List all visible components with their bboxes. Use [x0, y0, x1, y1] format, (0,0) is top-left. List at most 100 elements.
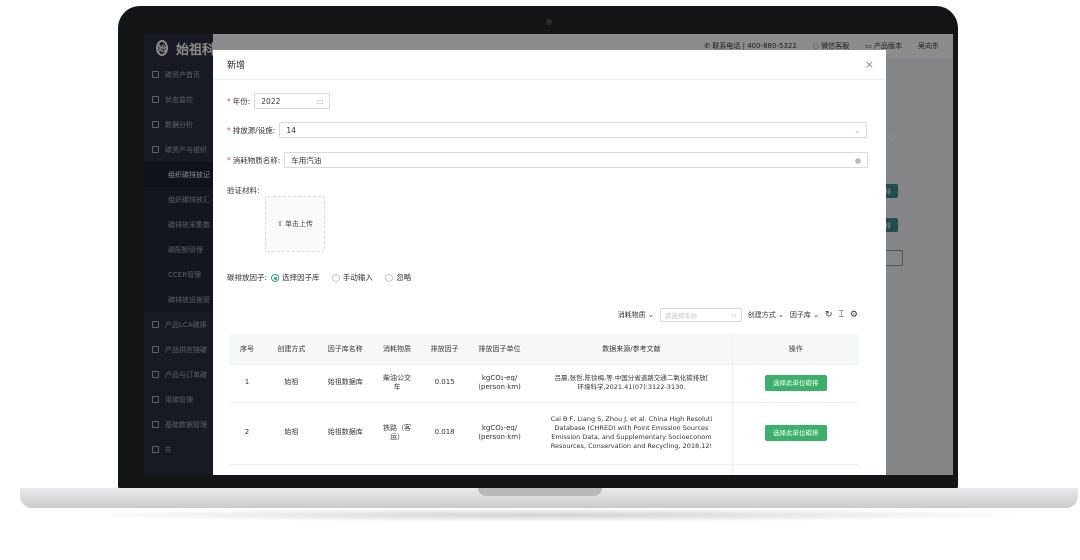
create-mode-label: 创建方式 — [747, 311, 776, 319]
cell-lib — [317, 464, 373, 475]
col-material: 消耗物质 — [372, 334, 422, 365]
material-input[interactable]: 车用汽油 ● — [284, 152, 869, 168]
reference-line: Resources, Conservation and Recycling, 2… — [550, 441, 713, 450]
unit-line: kgCO₂-eq/ — [481, 423, 518, 432]
cell-material: 铁路（客 运） — [372, 402, 422, 465]
upload-area[interactable]: ⇧ 单击上传 — [265, 196, 325, 252]
year-picker[interactable]: 2022 ▭ — [254, 93, 331, 109]
cell-lib: 始祖数据库 — [317, 364, 373, 403]
table-body: 1 始祖 始祖数据库 柴油公交车 0.015 kgCO₂-eq/(person·km) 吕晨… — [229, 364, 859, 475]
camera — [546, 19, 552, 25]
radio-manual[interactable]: 手动输入 — [331, 272, 373, 283]
source-label: 排放源/设施: — [232, 125, 276, 135]
factor-label: 碳排放因子: — [227, 273, 268, 283]
col-no: 序号 — [229, 334, 265, 365]
close-icon[interactable]: × — [865, 58, 874, 71]
unit-line: (person·km) — [478, 383, 521, 391]
add-modal: 新增 × * 年份: 2022 ▭ * 排放源/设施: 14 ⌄ * 消耗物质名… — [213, 50, 886, 475]
screen: 始 始祖科技 碳资产首页状态监控数据分析碳资产与组织组织碳排放记组织碳排放汇碳排… — [144, 34, 953, 475]
col-factor: 排放因子 — [421, 334, 468, 365]
material-filter[interactable]: 消耗物质 ⌄ — [618, 310, 654, 320]
col-mode: 创建方式 — [264, 334, 318, 365]
radio-label: 手动输入 — [342, 273, 373, 282]
required-mark: * — [227, 96, 231, 106]
col-action: 操作 — [731, 334, 859, 365]
cell-reference: Liu W, Zhang G, Wang X, et al. Carbon fo… — [531, 464, 733, 475]
column-height-icon[interactable]: ⌶ — [839, 310, 844, 320]
cell-mode — [264, 464, 318, 475]
radio-label: 忽略 — [396, 273, 412, 282]
material-value: 车用汽油 — [291, 155, 322, 165]
material-line: 铁路（客 — [383, 423, 412, 432]
material-filter-label: 消耗物质 — [617, 311, 646, 319]
source-select[interactable]: 14 ⌄ — [279, 122, 868, 138]
modal-title: 新增 — [227, 61, 246, 71]
factor-radio-group: 选择因子库 手动输入 忽略 — [271, 272, 421, 284]
col-lib: 因子库名称 — [317, 334, 373, 365]
factor-lib-filter[interactable]: 因子库 ⌄ — [790, 310, 819, 320]
reference-line: Database (CHRED) with Point Emission Sou… — [554, 424, 709, 433]
stage: 始 始祖科技 碳资产首页状态监控数据分析碳资产与组织组织碳排放记组织碳排放汇碳排… — [0, 0, 1080, 560]
reference-line: Emission Data, and Supplementary Socioec… — [551, 433, 712, 441]
year-value: 2022 — [261, 96, 281, 106]
year-label: 年份: — [232, 96, 251, 106]
material-label: 消耗物质名称: — [232, 155, 281, 165]
material-line: 运） — [390, 433, 405, 441]
factor-row: 碳排放因子: 选择因子库 手动输入 忽略 — [227, 272, 421, 284]
cell-no — [229, 464, 265, 475]
cell-no: 1 — [229, 364, 265, 403]
chevron-down-icon: ⌄ — [854, 125, 861, 135]
year-row: * 年份: 2022 ▭ — [227, 93, 331, 109]
material-line: 柴油公交 — [383, 373, 412, 382]
cell-action: 选择此单位碳排 — [731, 364, 859, 403]
modal-header: 新增 × — [213, 50, 886, 80]
create-mode-filter[interactable]: 创建方式 ⌄ — [748, 310, 784, 320]
table-header-row: 序号 创建方式 因子库名称 消耗物质 排放因子 排放因子单位 数据来源/参考文献… — [229, 334, 859, 365]
cell-action: 选择此单位碳排 — [731, 402, 859, 465]
cell-mode: 始祖 — [264, 402, 318, 465]
cell-unit: kgCO₂-eq/(person·km) — [467, 402, 532, 465]
gear-icon[interactable]: ⚙ — [850, 310, 858, 320]
laptop-notch — [478, 488, 602, 496]
radio-dot — [271, 273, 280, 282]
clear-icon[interactable]: ● — [855, 156, 862, 165]
table-row: 1 始祖 始祖数据库 柴油公交车 0.015 kgCO₂-eq/(person·km) 吕晨… — [229, 364, 859, 403]
radio-dot — [331, 273, 340, 282]
material-row: * 消耗物质名称: 车用汽油 ● — [227, 152, 869, 168]
col-unit: 排放因子单位 — [467, 334, 532, 365]
radio-label: 选择因子库 — [282, 273, 320, 282]
reference-line: Liu W, Zhang G, Wang X, et al. Carbon fo… — [533, 474, 729, 475]
upload-label: ⇧ 单击上传 — [276, 220, 314, 228]
calendar-icon: ▭ — [730, 311, 737, 319]
unit-line: kgCO₂-eq/ — [481, 373, 518, 382]
refresh-icon[interactable]: ↻ — [825, 310, 833, 320]
required-mark: * — [227, 155, 231, 165]
cell-material: 高速+中 — [372, 464, 422, 475]
cell-factor — [421, 464, 468, 475]
table-toolbar: 消耗物质 ⌄ 请选择年份 ▭ 创建方式 ⌄ 因子库 ⌄ ↻ ⌶ ⚙ — [618, 308, 858, 322]
select-factor-button[interactable]: 选择此单位碳排 — [765, 424, 827, 442]
reference-line: 环境科学,2021,41(07):3122-3130. — [577, 383, 686, 391]
cell-no: 2 — [229, 402, 265, 465]
cell-lib: 始祖数据库 — [317, 402, 373, 465]
cell-unit: kgCO₂-eq/(person·km) — [467, 364, 532, 403]
source-value: 14 — [286, 125, 296, 135]
select-factor-button[interactable]: 选择此单位碳排 — [765, 374, 827, 392]
source-row: * 排放源/设施: 14 ⌄ — [227, 122, 868, 138]
proof-label: 验证材料: — [227, 186, 260, 195]
col-reference: 数据来源/参考文献 — [531, 334, 733, 365]
required-mark: * — [227, 125, 231, 135]
calendar-icon: ▭ — [316, 96, 324, 106]
radio-factor-lib[interactable]: 选择因子库 — [271, 272, 320, 283]
year-filter[interactable]: 请选择年份 ▭ — [659, 308, 742, 322]
radio-dot — [385, 273, 394, 282]
material-line: 车 — [393, 383, 401, 391]
radio-ignore[interactable]: 忽略 — [385, 272, 411, 283]
factor-lib-label: 因子库 — [789, 311, 811, 319]
factor-table: 序号 创建方式 因子库名称 消耗物质 排放因子 排放因子单位 数据来源/参考文献… — [229, 334, 859, 475]
cell-factor: 0.018 — [421, 402, 468, 465]
cell-reference: 吕晨,张哲,陈徐梅,等.中国分省道路交通二氧化碳排放[环境科学,2021,41(… — [531, 364, 733, 403]
cell-reference: Cai B F, Liang S, Zhou J, et al. China H… — [531, 402, 733, 465]
proof-row: 验证材料: — [227, 185, 260, 196]
reference-line: 吕晨,张哲,陈徐梅,等.中国分省道路交通二氧化碳排放[ — [554, 374, 709, 383]
